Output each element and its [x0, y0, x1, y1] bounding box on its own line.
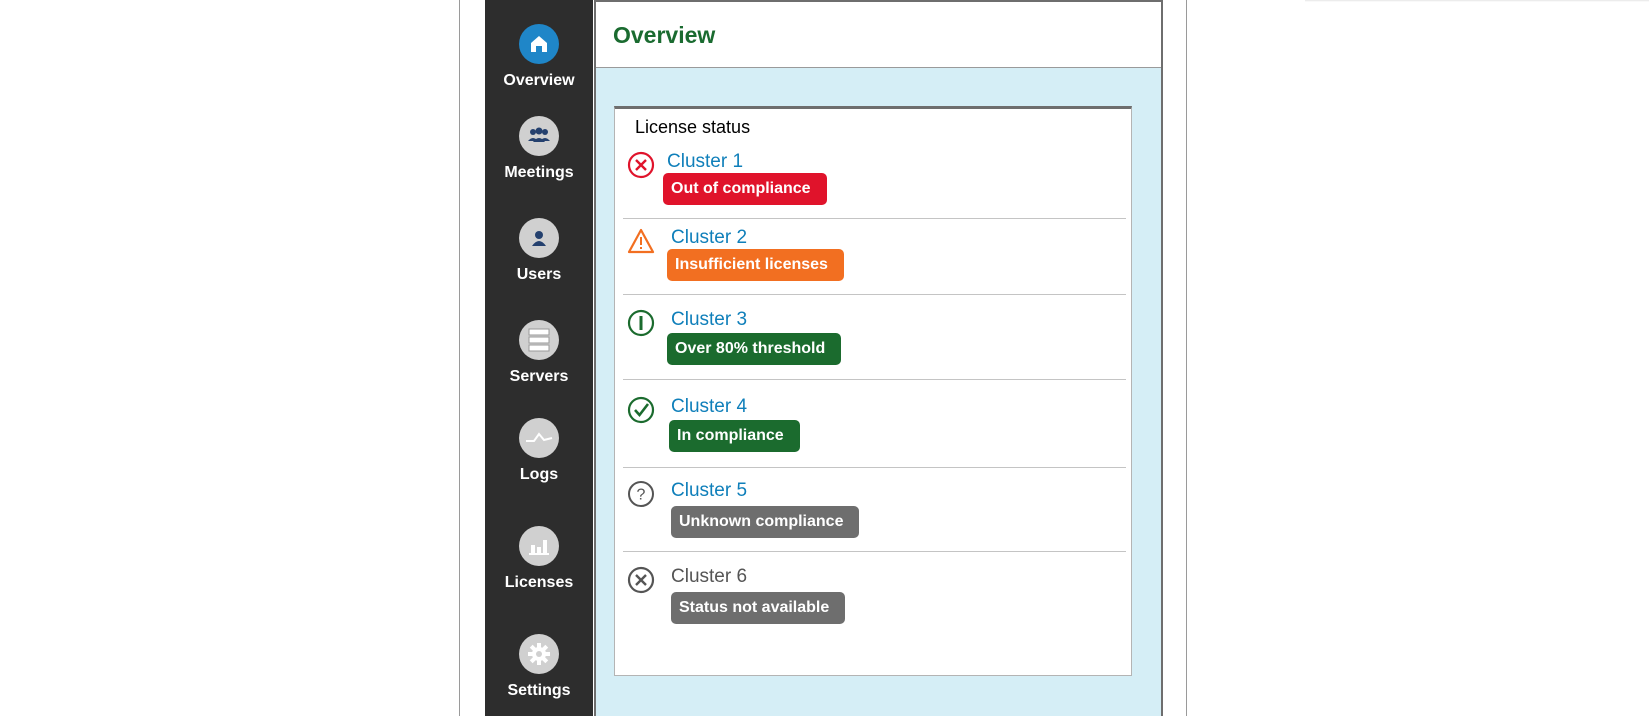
sidebar-item-logs[interactable]: Logs: [485, 418, 593, 484]
page-title: Overview: [613, 22, 716, 48]
sidebar-item-overview[interactable]: Overview: [485, 24, 593, 90]
threshold-icon: [627, 309, 655, 337]
people-group-icon: [519, 116, 559, 156]
status-badge: In compliance: [669, 420, 800, 452]
sidebar-item-label: Licenses: [504, 574, 574, 591]
sidebar: Overview Meetings Users Servers Logs Lic…: [485, 0, 593, 716]
cluster-link[interactable]: Cluster 4: [671, 396, 747, 418]
sidebar-item-label: Logs: [519, 466, 559, 483]
sidebar-item-users[interactable]: Users: [485, 218, 593, 284]
waveform-icon: [519, 418, 559, 458]
error-x-icon: [627, 151, 655, 179]
cluster-name: Cluster 6: [671, 566, 748, 587]
status-badge: Out of compliance: [663, 173, 827, 205]
cluster-row: Cluster 3 Over 80% threshold: [623, 295, 1126, 380]
cluster-row: ? Cluster 5 Unknown compliance: [623, 468, 1126, 552]
status-badge: Status not available: [671, 592, 846, 624]
sidebar-item-label: Overview: [503, 72, 575, 89]
sidebar-item-label: Settings: [507, 682, 571, 699]
cluster-link[interactable]: Cluster 5: [671, 480, 747, 502]
main-panel: Overview License status Cluster 1 Out of…: [594, 0, 1163, 716]
sidebar-item-label: Meetings: [504, 164, 574, 181]
home-icon: [519, 24, 559, 64]
sidebar-item-meetings[interactable]: Meetings: [485, 116, 593, 182]
card-title: License status: [635, 117, 751, 137]
sidebar-item-settings[interactable]: Settings: [485, 634, 593, 700]
check-circle-icon: [627, 396, 655, 424]
svg-text:?: ?: [637, 487, 646, 504]
sidebar-item-licenses[interactable]: Licenses: [485, 526, 593, 592]
cluster-row: Cluster 2 Insufficient licenses: [623, 219, 1126, 295]
cluster-row: Cluster 6 Status not available: [623, 552, 1126, 642]
cluster-link[interactable]: Cluster 3: [671, 309, 747, 331]
corner-shadow: [1305, 0, 1649, 2]
cluster-row: Cluster 4 In compliance: [623, 380, 1126, 468]
question-circle-icon: ?: [628, 481, 654, 507]
unavailable-x-icon: [627, 566, 655, 594]
sidebar-item-label: Servers: [509, 368, 569, 385]
bar-chart-icon: [519, 526, 559, 566]
user-icon: [519, 218, 559, 258]
license-status-card: License status Cluster 1 Out of complian…: [614, 106, 1132, 676]
warning-triangle-icon: [627, 228, 655, 254]
cluster-link[interactable]: Cluster 2: [671, 227, 747, 249]
status-badge: Insufficient licenses: [667, 249, 844, 281]
status-badge: Unknown compliance: [671, 506, 860, 538]
server-icon: [519, 320, 559, 360]
page-header: Overview: [596, 2, 1161, 68]
sidebar-item-servers[interactable]: Servers: [485, 320, 593, 386]
cluster-row: Cluster 1 Out of compliance: [623, 147, 1126, 219]
gear-icon: [519, 634, 559, 674]
status-badge: Over 80% threshold: [667, 333, 842, 365]
cluster-link[interactable]: Cluster 1: [667, 151, 743, 173]
sidebar-item-label: Users: [516, 266, 562, 283]
